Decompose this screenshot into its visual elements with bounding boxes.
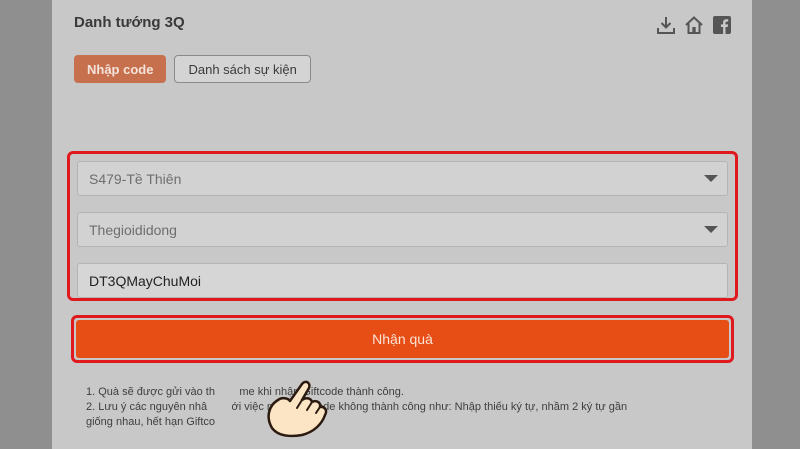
receive-gift-button[interactable]: Nhận quà: [76, 320, 729, 358]
page-title: Danh tướng 3Q: [74, 14, 185, 31]
giftcode-input-value: DT3QMayChuMoi: [89, 272, 202, 289]
giftcode-form: S479-Tề Thiên Thegioididong DT3QMayChuMo…: [67, 151, 738, 301]
submit-button-highlight: Nhận quà: [71, 315, 734, 363]
chevron-down-icon: [704, 175, 718, 182]
server-select-value: S479-Tề Thiên: [89, 170, 182, 187]
note-line: 1. Quà sẽ được gửi vào th me khi nhập Gi…: [86, 386, 404, 398]
chevron-down-icon: [704, 226, 718, 233]
character-select[interactable]: Thegioididong: [77, 212, 728, 247]
server-select[interactable]: S479-Tề Thiên: [77, 161, 728, 196]
note-line: giống nhau, hết hạn Giftco: [86, 416, 216, 428]
tab-enter-code[interactable]: Nhập code: [74, 55, 167, 83]
tab-event-list[interactable]: Danh sách sự kiện: [174, 55, 311, 83]
character-select-value: Thegioididong: [89, 221, 177, 238]
top-icon-bar: [656, 15, 732, 35]
download-icon[interactable]: [656, 15, 676, 35]
note-line: 2. Lưu ý các nguyên nhâ ới việc nhập Gif…: [86, 401, 628, 413]
giftcode-panel: Danh tướng 3Q Nhập code Danh sách sự kiệ…: [52, 0, 752, 449]
notes: 1. Quà sẽ được gửi vào th me khi nhập Gi…: [86, 385, 726, 430]
facebook-icon[interactable]: [712, 15, 732, 35]
tab-bar: Nhập code Danh sách sự kiện: [74, 55, 311, 83]
giftcode-input[interactable]: DT3QMayChuMoi: [77, 263, 728, 298]
pointing-hand-icon: [267, 380, 328, 438]
home-icon[interactable]: [684, 15, 704, 35]
